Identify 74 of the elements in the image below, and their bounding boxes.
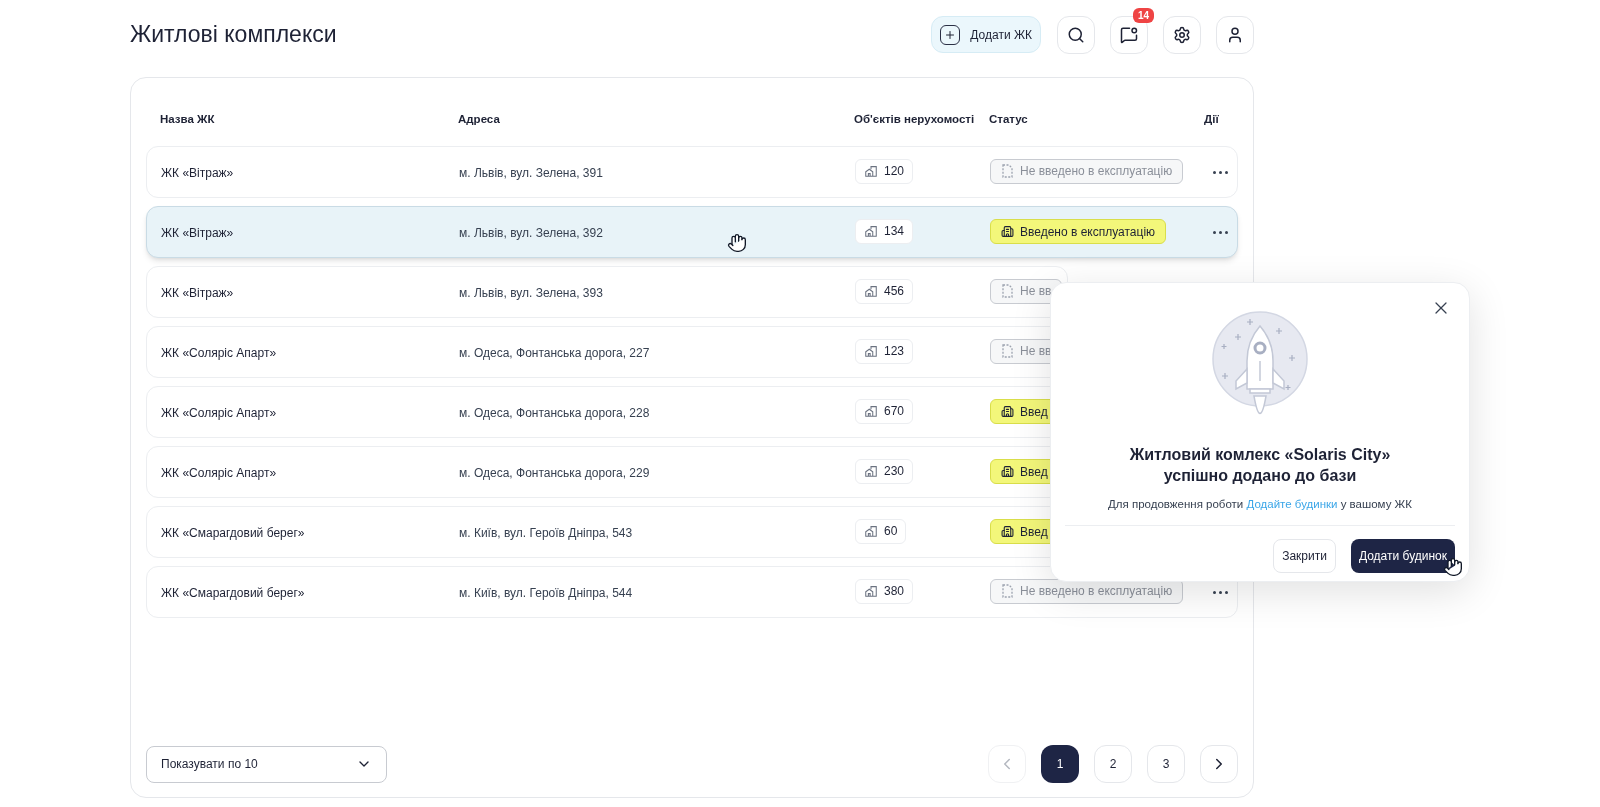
page-button[interactable]: 1 xyxy=(1041,745,1079,783)
column-header: Об'єктів нерухомості xyxy=(854,113,975,125)
complex-name: ЖК «Вітраж» xyxy=(161,226,234,240)
status-badge: Введено в експлуатацію xyxy=(990,219,1167,244)
address-text: м. Львів, вул. Зелена, 392 xyxy=(459,226,603,240)
profile-button[interactable] xyxy=(1216,15,1254,54)
pointer-cursor-icon xyxy=(727,233,747,253)
complex-name: ЖК «Смарагдовий берег» xyxy=(161,586,305,600)
table-row[interactable]: ЖК «Вітраж» м. Львів, вул. Зелена, 393 456 Не вв xyxy=(146,266,1068,318)
objects-count: 134 xyxy=(855,218,914,244)
search-button[interactable] xyxy=(1057,15,1095,54)
houses-icon xyxy=(864,404,878,419)
more-icon xyxy=(1212,230,1228,234)
houses-icon xyxy=(864,584,878,599)
complex-name: ЖК «Вітраж» xyxy=(161,286,234,300)
building-icon xyxy=(1001,405,1014,418)
add-house-button[interactable]: Додати будинок xyxy=(1350,539,1455,574)
address-text: м. Одеса, Фонтанська дорога, 228 xyxy=(459,406,650,420)
column-header: Дії xyxy=(1204,113,1219,125)
objects-count: 670 xyxy=(855,398,914,424)
page-button[interactable]: 3 xyxy=(1147,745,1185,783)
houses-icon xyxy=(864,344,878,359)
objects-count: 120 xyxy=(855,158,914,184)
houses-icon xyxy=(864,464,878,479)
page-button[interactable]: 2 xyxy=(1094,745,1132,783)
address-text: м. Одеса, Фонтанська дорога, 229 xyxy=(459,466,650,480)
address-text: м. Київ, вул. Героїв Дніпра, 544 xyxy=(459,586,633,600)
document-icon xyxy=(1001,344,1014,359)
page-title: Житлові комплекси xyxy=(130,20,337,50)
address-text: м. Львів, вул. Зелена, 393 xyxy=(459,286,603,300)
chat-dot-icon xyxy=(1120,25,1138,44)
objects-count: 456 xyxy=(855,278,914,304)
houses-icon xyxy=(864,284,878,299)
status-badge: Не введено в експлуатацію xyxy=(990,578,1184,604)
page-size-dropdown[interactable]: Показувати по 10 xyxy=(146,745,387,783)
complex-name: ЖК «Соляріс Апарт» xyxy=(161,346,277,360)
houses-icon xyxy=(864,524,878,539)
document-icon xyxy=(1001,164,1014,179)
document-icon xyxy=(1001,584,1014,599)
settings-button[interactable] xyxy=(1163,15,1201,54)
houses-icon xyxy=(864,224,878,239)
user-icon xyxy=(1226,25,1244,44)
dialog-title: Житловий комлекс «Solaris City» успішно додано до бази xyxy=(1129,445,1391,486)
document-icon xyxy=(1001,284,1014,299)
settings-icon xyxy=(1173,25,1191,44)
table-row[interactable]: ЖК «Вітраж» м. Львів, вул. Зелена, 392 134 Введено в експлуатацію xyxy=(146,206,1238,258)
add-complex-button[interactable]: Додати ЖК xyxy=(931,16,1041,53)
table-row[interactable]: ЖК «Вітраж» м. Львів, вул. Зелена, 391 120 Не введено в експлуатацію xyxy=(146,146,1238,198)
building-icon xyxy=(1001,225,1014,238)
more-icon xyxy=(1212,170,1228,174)
search-icon xyxy=(1067,25,1085,44)
address-text: м. Київ, вул. Героїв Дніпра, 543 xyxy=(459,526,633,540)
address-text: м. Одеса, Фонтанська дорога, 227 xyxy=(459,346,650,360)
complex-name: ЖК «Смарагдовий берег» xyxy=(161,526,305,540)
close-button[interactable]: Закрити xyxy=(1273,539,1336,574)
objects-count: 380 xyxy=(855,578,914,604)
objects-count: 123 xyxy=(855,338,914,364)
objects-count: 60 xyxy=(855,518,907,544)
status-badge: Не введено в експлуатацію xyxy=(990,158,1184,184)
building-icon xyxy=(1001,525,1014,538)
column-header: Статус xyxy=(989,113,1028,125)
complex-name: ЖК «Соляріс Апарт» xyxy=(161,466,277,480)
dialog-message: Для продовження роботи Додайте будинки у вашому ЖК xyxy=(1108,497,1412,512)
address-text: м. Львів, вул. Зелена, 391 xyxy=(459,166,603,180)
notification-count: 14 xyxy=(1132,7,1154,23)
table-row[interactable]: ЖК «Смарагдовий берег» м. Київ, вул. Героїв Дніпра, 544 380 Не введено в експлуатацію xyxy=(146,566,1238,618)
more-icon xyxy=(1212,590,1228,594)
complex-name: ЖК «Соляріс Апарт» xyxy=(161,406,277,420)
houses-icon xyxy=(864,164,878,179)
complex-name: ЖК «Вітраж» xyxy=(161,166,234,180)
column-header: Назва ЖК xyxy=(160,113,215,125)
column-header: Адреса xyxy=(458,113,500,125)
building-icon xyxy=(1001,465,1014,478)
objects-count: 230 xyxy=(855,458,914,484)
